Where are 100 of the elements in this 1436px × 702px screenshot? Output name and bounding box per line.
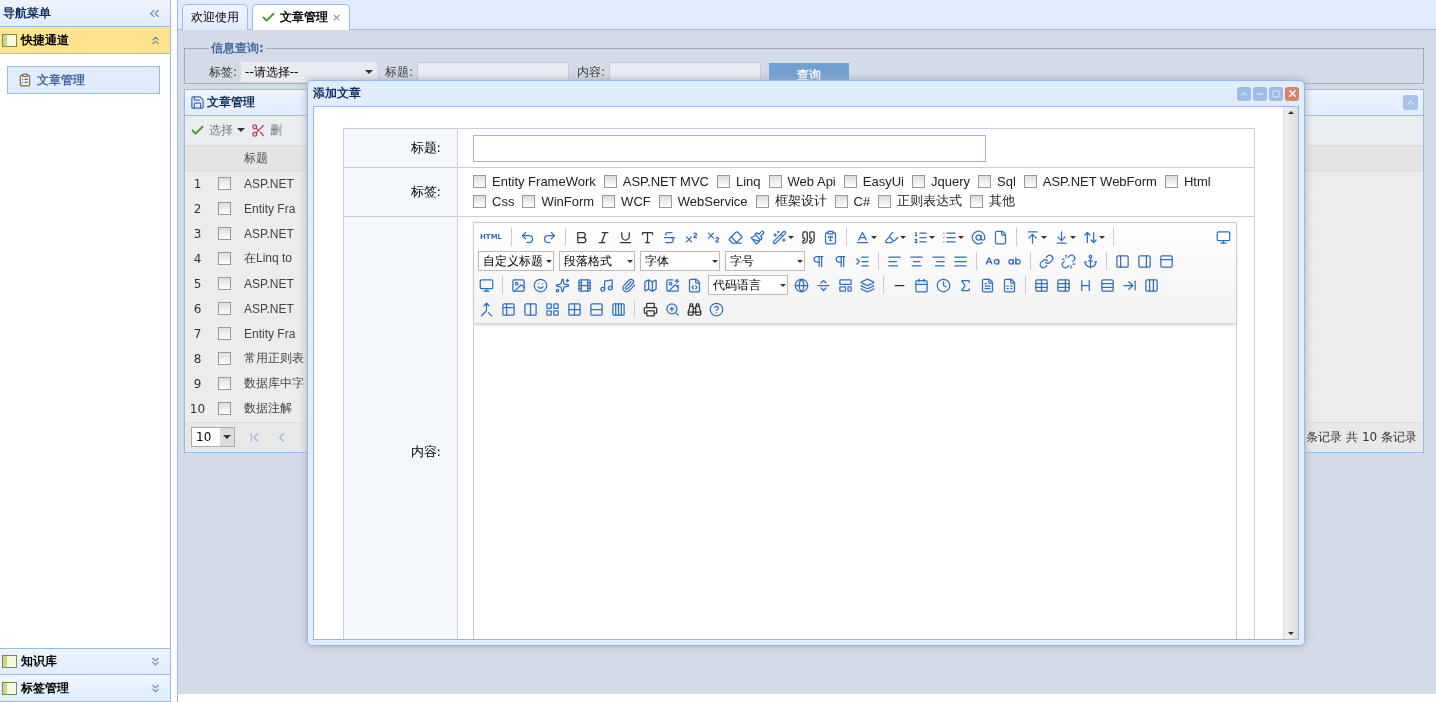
row-number: 10: [188, 401, 207, 416]
dialog-title: 添加文章: [313, 85, 361, 102]
link-icon[interactable]: [1038, 252, 1055, 270]
tag-checkbox[interactable]: [602, 194, 616, 208]
table-grid-icon[interactable]: [610, 300, 627, 318]
table-cell-text: ASP.NET: [243, 276, 294, 291]
checkbox-label: Web Api: [787, 174, 836, 189]
insert-row-icon[interactable]: [1099, 276, 1116, 294]
row-checkbox[interactable]: [217, 227, 231, 241]
quote-icon[interactable]: [800, 228, 818, 246]
input-field[interactable]: [417, 62, 570, 82]
expand-icon[interactable]: [149, 655, 162, 668]
table-cell-text: 数据注解: [243, 400, 292, 418]
tag-checkbox[interactable]: [1164, 175, 1178, 188]
binoculars-icon[interactable]: [686, 300, 703, 318]
row-checkbox[interactable]: [217, 252, 231, 266]
music-icon[interactable]: [598, 276, 615, 294]
picture-icon[interactable]: [664, 276, 681, 294]
insert-column-icon[interactable]: [1143, 276, 1160, 294]
tag-checkbox[interactable]: [473, 175, 486, 188]
section-title: 快捷通道: [21, 31, 70, 49]
tag-checkbox[interactable]: [978, 175, 991, 188]
close-button[interactable]: [1285, 86, 1299, 101]
field-label: 标题:: [385, 63, 414, 81]
form-label: 内容:: [344, 217, 458, 639]
calendar-icon[interactable]: [913, 276, 930, 294]
editor-dropdown[interactable]: 字号: [725, 251, 805, 271]
map-icon[interactable]: [642, 276, 659, 294]
scrollbar[interactable]: [1283, 107, 1298, 639]
preview-icon[interactable]: [478, 276, 495, 294]
row-checkbox[interactable]: [217, 377, 231, 391]
column-header[interactable]: 标题: [238, 149, 268, 167]
close-tab-button[interactable]: ×: [332, 11, 342, 24]
row-checkbox[interactable]: [217, 327, 231, 341]
clock-icon[interactable]: [935, 276, 952, 294]
tag-checkbox[interactable]: [755, 194, 769, 208]
form-label: 标签:: [344, 168, 458, 217]
smile-icon[interactable]: [532, 276, 549, 294]
tag-checkbox[interactable]: [522, 194, 536, 208]
wand-icon[interactable]: [771, 228, 796, 246]
editor-dropdown[interactable]: 代码语言: [708, 275, 788, 295]
tab[interactable]: 欢迎使用: [182, 4, 248, 30]
title-input[interactable]: [473, 134, 986, 162]
format-brush-icon[interactable]: [749, 228, 767, 246]
film-icon[interactable]: [576, 276, 593, 294]
nav-item[interactable]: 文章管理: [7, 66, 160, 94]
tag-checkbox[interactable]: [1023, 175, 1037, 188]
background-icon[interactable]: [859, 276, 876, 294]
row-number: 6: [192, 301, 203, 316]
row-number: 5: [192, 276, 203, 291]
section-title: 标签管理: [21, 679, 70, 697]
page-size-select[interactable]: 10: [191, 427, 235, 448]
tag-select[interactable]: --请选择--: [241, 62, 378, 82]
row-checkbox[interactable]: [217, 202, 231, 216]
edit-file-icon[interactable]: [979, 276, 996, 294]
tag-checkbox[interactable]: [970, 194, 984, 208]
row-checkbox[interactable]: [217, 402, 231, 416]
globe-icon[interactable]: [793, 276, 810, 294]
checkbox-label: WCF: [621, 193, 651, 209]
accordion-header[interactable]: 快捷通道: [0, 27, 170, 54]
input-field[interactable]: [609, 62, 762, 82]
anchor-icon[interactable]: [1082, 252, 1099, 270]
tab[interactable]: 文章管理 ×: [252, 4, 351, 30]
merge-cells-icon[interactable]: [478, 300, 495, 318]
row-checkbox[interactable]: [217, 277, 231, 291]
editor-dropdown[interactable]: 段落格式: [559, 251, 635, 271]
template-icon[interactable]: [837, 276, 854, 294]
tag-checkbox[interactable]: [658, 194, 672, 208]
maximize-icon: [1272, 89, 1280, 98]
editor-dropdown[interactable]: 字体: [640, 251, 720, 271]
eraser-icon[interactable]: [727, 228, 745, 246]
checkbox-label: Linq: [736, 174, 761, 189]
delete-button[interactable]: 删: [251, 121, 282, 139]
row-checkbox[interactable]: [217, 177, 231, 191]
tag-checkbox[interactable]: [843, 175, 857, 188]
select-menu-button[interactable]: 选择: [190, 121, 245, 139]
unlink-icon[interactable]: [1060, 252, 1077, 270]
accordion-header[interactable]: 标签管理: [0, 675, 170, 702]
editor-dropdown[interactable]: 自定义标题: [478, 251, 554, 271]
row-checkbox[interactable]: [217, 302, 231, 316]
row-checkbox[interactable]: [217, 352, 231, 366]
paperclip-icon[interactable]: [620, 276, 637, 294]
accordion-header[interactable]: 知识库: [0, 648, 170, 675]
tag-checkbox[interactable]: [878, 194, 892, 208]
image-icon[interactable]: [510, 276, 527, 294]
tag-checkbox[interactable]: [473, 194, 486, 208]
tag-checkbox[interactable]: [834, 194, 848, 208]
delete-table-icon[interactable]: [1055, 276, 1072, 294]
record-summary: 条记录 共 10 条记录: [1306, 428, 1417, 446]
zoom-in-icon[interactable]: [664, 300, 681, 318]
table-cell-text: ASP.NET: [243, 301, 294, 316]
printer-icon[interactable]: [642, 300, 659, 318]
fullscreen-icon[interactable]: [1215, 228, 1232, 246]
help-icon[interactable]: [708, 300, 725, 318]
tag-checkbox[interactable]: [768, 175, 782, 188]
tag-checkbox[interactable]: [603, 175, 617, 188]
tag-checkbox[interactable]: [911, 175, 925, 188]
code-file-icon[interactable]: [686, 276, 703, 294]
tag-checkbox[interactable]: [717, 175, 730, 188]
table-icon[interactable]: [1033, 276, 1050, 294]
